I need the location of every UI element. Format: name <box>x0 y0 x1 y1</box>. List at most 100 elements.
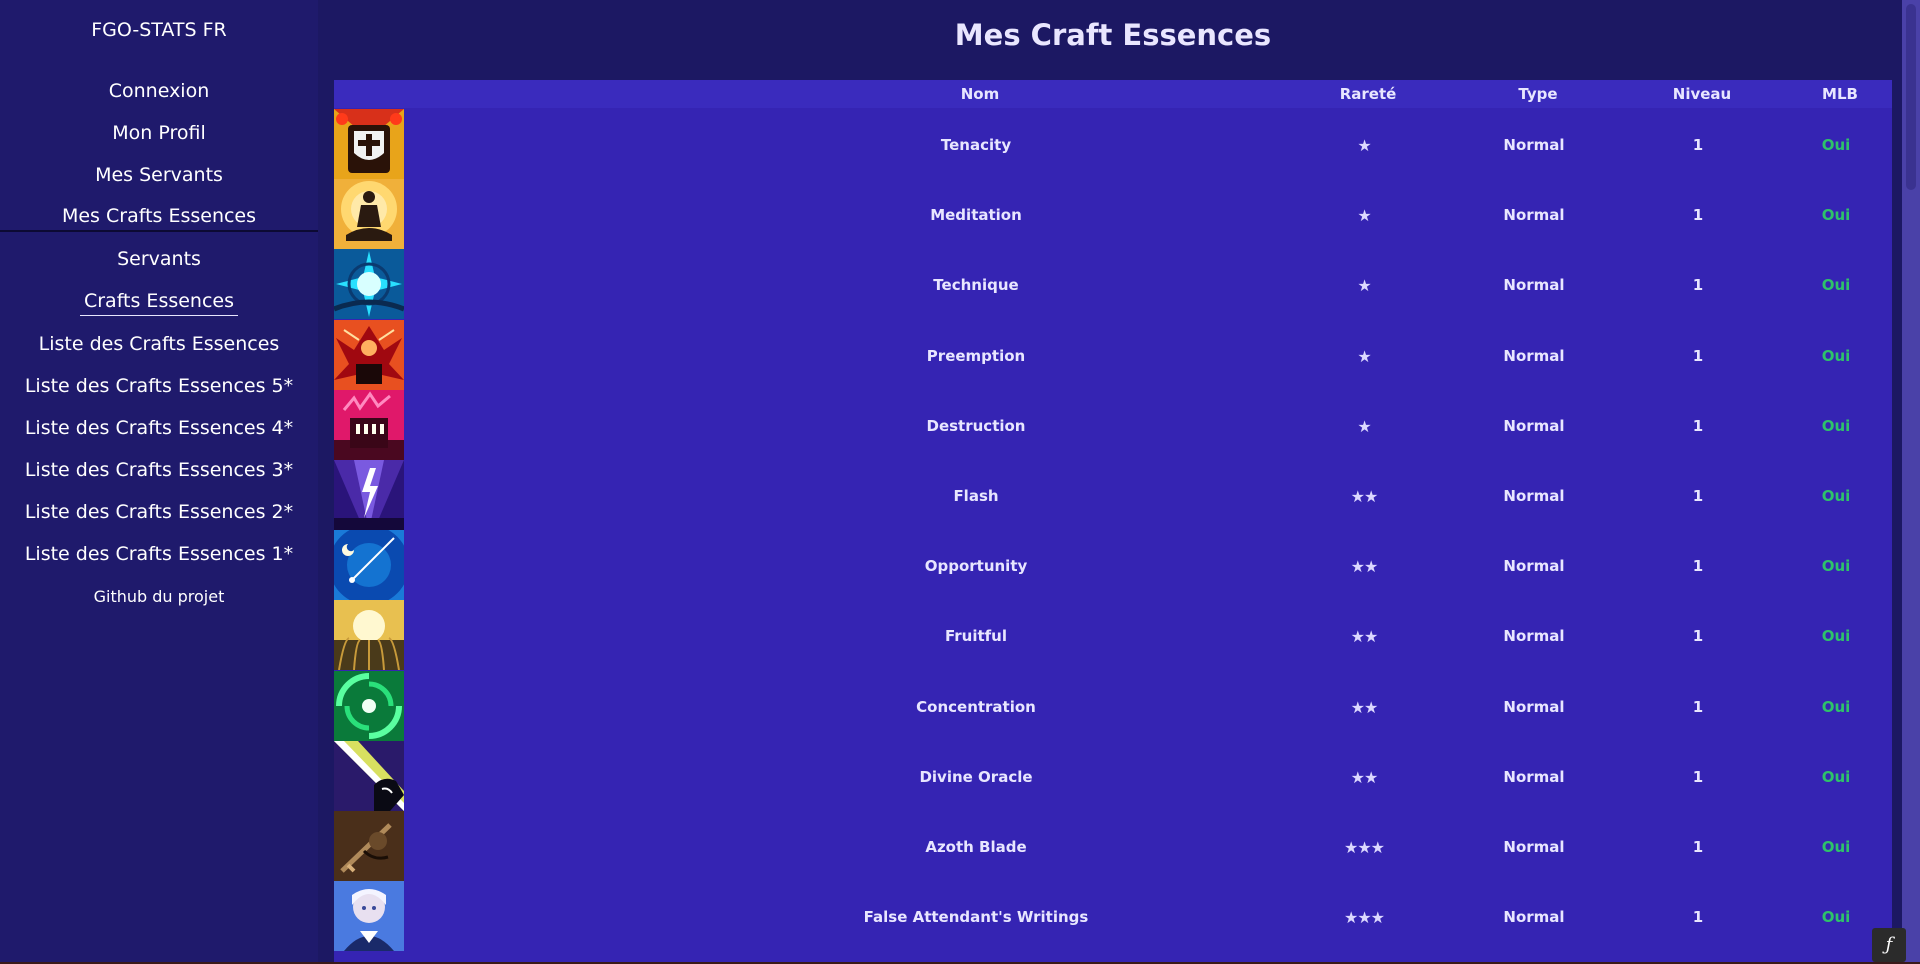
ce-rarity-stars: ★ <box>1357 276 1371 296</box>
scrollbar-thumb[interactable] <box>1906 4 1916 190</box>
ce-mlb: Oui <box>1821 136 1851 154</box>
table-row[interactable]: Preemption ★ Normal 1 Oui <box>334 319 1892 390</box>
ce-rarity-stars: ★ <box>1357 136 1371 155</box>
table-row[interactable]: Opportunity ★★ Normal 1 Oui <box>334 530 1892 601</box>
azoth-blade-icon[interactable] <box>334 811 404 881</box>
column-header-rarete[interactable]: Rareté <box>1340 85 1397 103</box>
ce-rarity-stars: ★★★ <box>1343 908 1385 928</box>
ce-level: 1 <box>1692 908 1704 927</box>
ce-type: Normal <box>1503 908 1565 927</box>
nav-crafts-essences[interactable]: Crafts Essences <box>0 286 318 316</box>
nav-liste-crafts-essences[interactable]: Liste des Crafts Essences <box>0 329 318 359</box>
ce-rarity-stars: ★ <box>1357 346 1371 366</box>
oracle-beam-icon[interactable] <box>334 740 404 811</box>
table-row[interactable]: Azoth Blade ★★★ Normal 1 Oui <box>334 811 1892 881</box>
column-header-mlb[interactable]: MLB <box>1822 85 1858 103</box>
red-winged-emblem-icon[interactable] <box>334 319 404 390</box>
ce-name: Concentration <box>916 697 1036 716</box>
ce-level: 1 <box>1692 767 1704 786</box>
ce-level: 1 <box>1692 557 1704 576</box>
ce-level: 1 <box>1692 697 1704 716</box>
green-swirl-icon[interactable] <box>334 670 404 741</box>
ce-name: Azoth Blade <box>925 838 1027 856</box>
ce-name: Opportunity <box>924 557 1028 576</box>
ce-type: Normal <box>1503 346 1565 365</box>
ce-name: Divine Oracle <box>919 767 1033 786</box>
ce-level: 1 <box>1692 276 1704 295</box>
column-header-nom[interactable]: Nom <box>961 85 1000 103</box>
ce-mlb: Oui <box>1821 627 1851 646</box>
ce-table: Nom Rareté Type Niveau MLB Tenacity ★ No… <box>334 80 1892 964</box>
table-row[interactable]: Flash ★★ Normal 1 Oui <box>334 460 1892 530</box>
ce-mlb: Oui <box>1821 416 1851 435</box>
ce-mlb: Oui <box>1821 767 1851 786</box>
ce-level: 1 <box>1692 416 1704 435</box>
ce-name: Flash <box>953 487 999 505</box>
nav-connexion[interactable]: Connexion <box>0 76 318 106</box>
ce-rarity-stars: ★★ <box>1350 487 1379 506</box>
pink-castle-icon[interactable] <box>334 389 404 460</box>
nav-github-projet[interactable]: Github du projet <box>0 582 318 612</box>
page-scrollbar[interactable] <box>1902 0 1920 964</box>
ce-rarity-stars: ★★ <box>1350 697 1379 717</box>
table-row[interactable]: Fruitful ★★ Normal 1 Oui <box>334 600 1892 671</box>
ce-level: 1 <box>1692 487 1704 505</box>
nav-liste-crafts-essences-3[interactable]: Liste des Crafts Essences 3* <box>0 455 318 485</box>
purple-lightning-icon[interactable] <box>334 460 404 530</box>
ce-rarity-stars: ★ <box>1357 206 1371 226</box>
ce-name: Tenacity <box>940 136 1012 154</box>
ce-mlb: Oui <box>1821 557 1851 576</box>
meditating-figure-icon[interactable] <box>334 179 404 250</box>
shield-cross-icon[interactable] <box>334 109 404 179</box>
ce-type: Normal <box>1503 838 1565 856</box>
ce-rarity-stars: ★★ <box>1350 627 1379 647</box>
table-row[interactable]: Meditation ★ Normal 1 Oui <box>334 179 1892 250</box>
main-content: Mes Craft Essences Nom Rareté Type Nivea… <box>318 0 1902 964</box>
ce-mlb: Oui <box>1821 908 1851 927</box>
nav-mon-profil[interactable]: Mon Profil <box>0 118 318 148</box>
ce-name: Fruitful <box>944 627 1008 646</box>
ce-mlb: Oui <box>1821 487 1851 505</box>
cyan-burst-icon[interactable] <box>334 249 404 320</box>
table-row[interactable]: Technique ★ Normal 1 Oui <box>334 249 1892 320</box>
ce-type: Normal <box>1503 697 1565 716</box>
brand-title[interactable]: FGO-STATS FR <box>0 19 318 41</box>
ce-name: Destruction <box>926 416 1026 435</box>
table-row[interactable]: Divine Oracle ★★ Normal 1 Oui <box>334 740 1892 811</box>
column-header-niveau[interactable]: Niveau <box>1673 85 1731 103</box>
nav-liste-crafts-essences-4[interactable]: Liste des Crafts Essences 4* <box>0 413 318 443</box>
app-window: FGO-STATS FR Connexion Mon Profil Mes Se… <box>0 0 1920 964</box>
ce-type: Normal <box>1503 276 1565 295</box>
ce-mlb: Oui <box>1821 697 1851 716</box>
ce-level: 1 <box>1692 346 1704 365</box>
nav-mes-crafts-essences[interactable]: Mes Crafts Essences <box>0 201 318 231</box>
ce-name: Preemption <box>926 346 1026 365</box>
table-row[interactable]: False Attendant's Writings ★★★ Normal 1 … <box>334 881 1892 952</box>
ce-type: Normal <box>1503 136 1565 154</box>
symfony-debug-icon[interactable]: ƒ <box>1872 928 1906 962</box>
ce-type: Normal <box>1503 206 1565 225</box>
ce-type: Normal <box>1503 557 1565 576</box>
nav-liste-crafts-essences-1[interactable]: Liste des Crafts Essences 1* <box>0 539 318 569</box>
ce-rarity-stars: ★ <box>1357 416 1371 436</box>
nav-liste-crafts-essences-2[interactable]: Liste des Crafts Essences 2* <box>0 497 318 527</box>
table-row[interactable]: Concentration ★★ Normal 1 Oui <box>334 670 1892 741</box>
column-header-type[interactable]: Type <box>1518 85 1557 103</box>
ce-name: Technique <box>933 276 1019 295</box>
nav-dropdown-underline <box>80 315 238 316</box>
ce-type: Normal <box>1503 487 1565 505</box>
ce-level: 1 <box>1692 136 1704 154</box>
shooting-star-icon[interactable] <box>334 530 404 601</box>
nav-active-indicator <box>0 230 318 232</box>
nav-servants[interactable]: Servants <box>0 244 318 274</box>
ce-name: False Attendant's Writings <box>863 908 1089 927</box>
table-row[interactable]: Tenacity ★ Normal 1 Oui <box>334 109 1892 179</box>
white-haired-portrait-icon[interactable] <box>334 881 404 952</box>
ce-rarity-stars: ★★ <box>1350 767 1379 787</box>
nav-mes-servants[interactable]: Mes Servants <box>0 160 318 190</box>
table-row[interactable]: Destruction ★ Normal 1 Oui <box>334 389 1892 460</box>
golden-sun-wheat-icon[interactable] <box>334 600 404 671</box>
ce-mlb: Oui <box>1821 276 1851 295</box>
nav-liste-crafts-essences-5[interactable]: Liste des Crafts Essences 5* <box>0 371 318 401</box>
ce-mlb: Oui <box>1821 206 1851 225</box>
